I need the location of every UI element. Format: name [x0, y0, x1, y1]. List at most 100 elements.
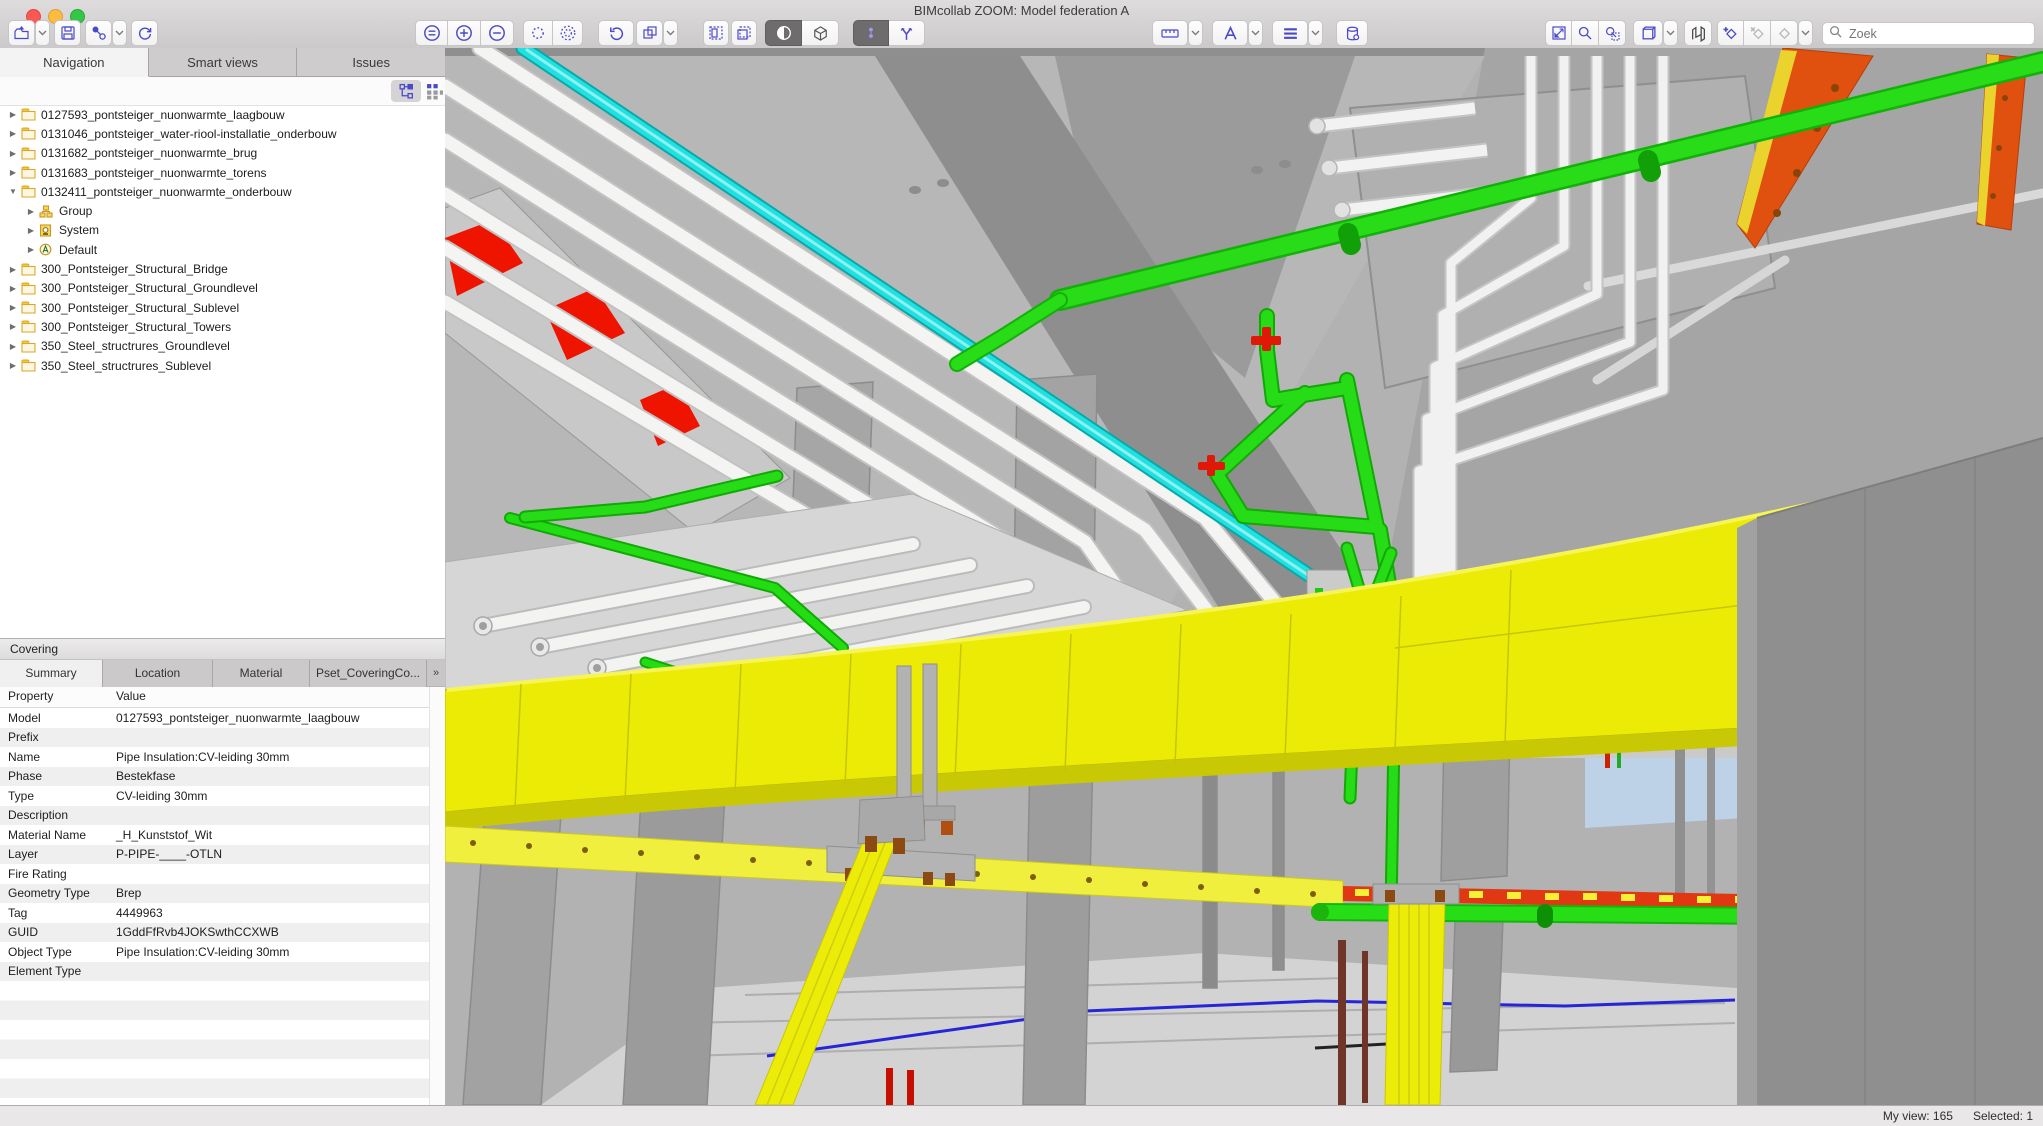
tree-item[interactable]: ▶300_Pontsteiger_Structural_Groundlevel	[0, 279, 430, 298]
property-name: Model	[0, 711, 116, 725]
prop-tab-pset[interactable]: Pset_CoveringCo...	[310, 660, 427, 687]
link-dropdown[interactable]	[112, 20, 127, 46]
section-plane-button[interactable]	[731, 20, 757, 46]
tree-item[interactable]: ▶350_Steel_structrures_Sublevel	[0, 356, 430, 375]
properties-scrollbar[interactable]	[429, 687, 445, 1105]
tree-item[interactable]: ▶0127593_pontsteiger_nuonwarmte_laagbouw	[0, 105, 430, 124]
property-row[interactable]: Object TypePipe Insulation:CV-leiding 30…	[0, 942, 429, 962]
show-all-button[interactable]	[415, 20, 448, 46]
disclosure-triangle[interactable]: ▶	[8, 265, 18, 274]
show-button[interactable]	[448, 20, 481, 46]
section-box-button[interactable]	[703, 20, 729, 46]
measure-ruler-button[interactable]	[1152, 20, 1188, 46]
clip-dropdown[interactable]	[1798, 20, 1813, 46]
disclosure-triangle[interactable]: ▶	[26, 226, 36, 235]
disclosure-triangle[interactable]: ▶	[26, 207, 36, 216]
property-row[interactable]: GUID1GddFfRvb4JOKSwthCCXWB	[0, 923, 429, 943]
disclosure-triangle[interactable]: ▶	[8, 361, 18, 370]
render-mode-shaded-button[interactable]	[765, 20, 802, 46]
annotate-text-button[interactable]	[1212, 20, 1248, 46]
clip-inactive-button[interactable]	[1771, 20, 1798, 46]
property-row[interactable]: Material Name_H_Kunststof_Wit	[0, 825, 429, 845]
properties-title: Covering	[0, 638, 445, 660]
prop-tabs-overflow[interactable]: »	[427, 660, 445, 686]
properties-table-header: Property Value	[0, 687, 429, 708]
arrange-windows-dropdown[interactable]	[663, 20, 678, 46]
tree-item[interactable]: ▶System	[0, 221, 430, 240]
disclosure-triangle[interactable]: ▼	[8, 187, 18, 196]
disclosure-triangle[interactable]: ▶	[8, 168, 18, 177]
property-row[interactable]: PhaseBestekfase	[0, 767, 429, 787]
tree-item[interactable]: ▶Default	[0, 240, 430, 259]
disclosure-triangle[interactable]: ▶	[8, 322, 18, 331]
remove-clip-button[interactable]	[1744, 20, 1771, 46]
property-row[interactable]: Model0127593_pontsteiger_nuonwarmte_laag…	[0, 708, 429, 728]
search-field[interactable]	[1822, 22, 2035, 45]
line-style-dropdown[interactable]	[1308, 20, 1323, 46]
search-input[interactable]	[1847, 26, 2011, 42]
property-row[interactable]: Fire Rating	[0, 864, 429, 884]
disclosure-triangle[interactable]: ▶	[26, 245, 36, 254]
property-row[interactable]: Prefix	[0, 728, 429, 748]
refresh-button[interactable]	[131, 20, 158, 46]
prop-tab-summary[interactable]: Summary	[0, 660, 103, 687]
line-style-button[interactable]	[1272, 20, 1308, 46]
tree-view-toggle[interactable]	[391, 80, 421, 102]
model-3d-button[interactable]	[1336, 20, 1368, 46]
viewport-3d[interactable]	[445, 48, 2043, 1105]
tree-item[interactable]: ▶0131046_pontsteiger_water-riool-install…	[0, 124, 430, 143]
disclosure-triangle[interactable]: ▶	[8, 284, 18, 293]
disclosure-triangle[interactable]: ▶	[8, 303, 18, 312]
fly-mode-button[interactable]	[889, 20, 925, 46]
zoom-window-button[interactable]	[1572, 20, 1599, 46]
model-tree: ▶0127593_pontsteiger_nuonwarmte_laagbouw…	[0, 105, 430, 375]
property-name: Object Type	[0, 945, 116, 959]
tree-item[interactable]: ▶300_Pontsteiger_Structural_Towers	[0, 317, 430, 336]
tree-item[interactable]: ▶0131682_pontsteiger_nuonwarmte_brug	[0, 144, 430, 163]
transparent-all-button[interactable]	[553, 20, 583, 46]
view-cube-dropdown[interactable]	[1663, 20, 1678, 46]
property-value: Bestekfase	[116, 769, 175, 783]
property-row[interactable]: Element Type	[0, 962, 429, 982]
property-row[interactable]: LayerP-PIPE-____-OTLN	[0, 845, 429, 865]
view-cube-button[interactable]	[1633, 20, 1663, 46]
list-view-toggle[interactable]	[424, 80, 444, 102]
tree-item[interactable]: ▶300_Pontsteiger_Structural_Bridge	[0, 259, 430, 278]
prop-tab-material[interactable]: Material	[213, 660, 310, 687]
properties-table: Model0127593_pontsteiger_nuonwarmte_laag…	[0, 708, 429, 981]
zoom-extents-button[interactable]	[1545, 20, 1572, 46]
tree-item[interactable]: ▼0132411_pontsteiger_nuonwarmte_onderbou…	[0, 182, 430, 201]
save-viewpoint-button[interactable]	[54, 20, 81, 46]
hide-button[interactable]	[481, 20, 514, 46]
annotate-dropdown[interactable]	[1248, 20, 1263, 46]
open-model-dropdown[interactable]	[35, 20, 50, 46]
disclosure-triangle[interactable]: ▶	[8, 342, 18, 351]
property-row[interactable]: TypeCV-leiding 30mm	[0, 786, 429, 806]
arrange-windows-button[interactable]	[636, 20, 663, 46]
link-button[interactable]	[85, 20, 112, 46]
disclosure-triangle[interactable]: ▶	[8, 129, 18, 138]
open-model-button[interactable]	[8, 20, 35, 46]
tree-item[interactable]: ▶300_Pontsteiger_Structural_Sublevel	[0, 298, 430, 317]
reset-rotation-button[interactable]	[598, 20, 634, 46]
measure-dropdown[interactable]	[1188, 20, 1203, 46]
property-row[interactable]: Tag4449963	[0, 903, 429, 923]
tab-navigation[interactable]: Navigation	[0, 48, 149, 77]
tab-smart-views[interactable]: Smart views	[149, 48, 298, 77]
tree-item[interactable]: ▶Group	[0, 201, 430, 220]
tab-issues[interactable]: Issues	[297, 48, 445, 77]
render-mode-wireframe-button[interactable]	[802, 20, 839, 46]
walk-mode-button[interactable]	[853, 20, 889, 46]
property-row[interactable]: Description	[0, 806, 429, 826]
clipping-plane-button[interactable]	[1684, 20, 1712, 46]
add-clip-button[interactable]	[1717, 20, 1744, 46]
disclosure-triangle[interactable]: ▶	[8, 149, 18, 158]
transparent-button[interactable]	[523, 20, 553, 46]
property-row[interactable]: NamePipe Insulation:CV-leiding 30mm	[0, 747, 429, 767]
tree-item[interactable]: ▶0131683_pontsteiger_nuonwarmte_torens	[0, 163, 430, 182]
property-row[interactable]: Geometry TypeBrep	[0, 884, 429, 904]
prop-tab-location[interactable]: Location	[103, 660, 213, 687]
zoom-selection-button[interactable]	[1599, 20, 1626, 46]
tree-item[interactable]: ▶350_Steel_structrures_Groundlevel	[0, 337, 430, 356]
disclosure-triangle[interactable]: ▶	[8, 110, 18, 119]
